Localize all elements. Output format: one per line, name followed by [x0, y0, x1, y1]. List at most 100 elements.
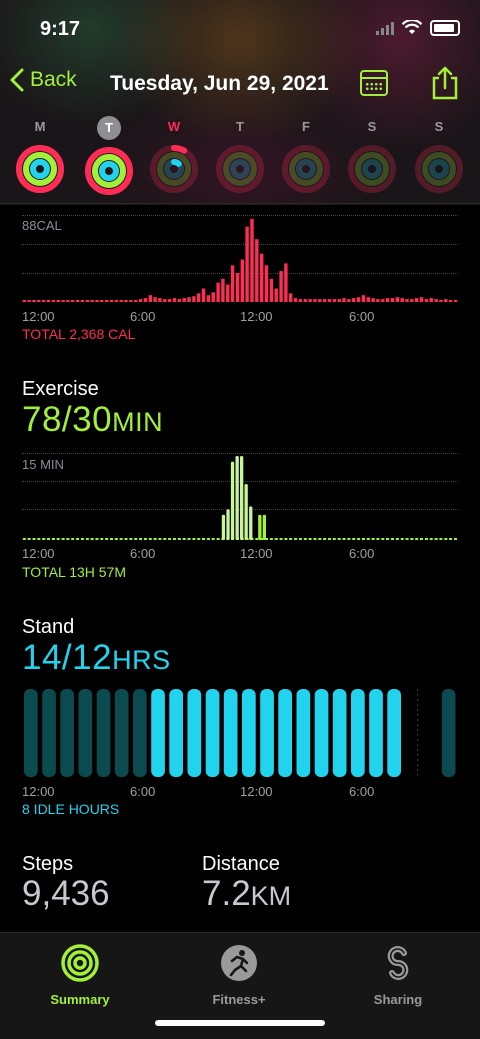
move-bar — [134, 300, 138, 302]
move-bar — [153, 297, 157, 302]
exercise-bar — [289, 538, 293, 540]
exercise-bar — [163, 538, 167, 540]
back-label: Back — [30, 68, 77, 91]
move-bar — [230, 265, 235, 302]
signal-icon — [376, 21, 394, 35]
exercise-chart: 15 MIN — [22, 453, 458, 543]
move-bar — [90, 300, 94, 302]
move-bar — [71, 300, 75, 302]
day-column[interactable]: T — [212, 116, 268, 199]
move-bar — [444, 299, 448, 302]
ring-track — [429, 159, 449, 179]
day-column[interactable]: S — [411, 116, 467, 199]
day-column[interactable]: F — [278, 116, 334, 199]
move-bar — [56, 300, 60, 302]
move-bar — [453, 300, 458, 302]
day-label: T — [236, 119, 244, 134]
move-bar — [439, 300, 443, 302]
exercise-bar — [143, 538, 147, 540]
day-column[interactable]: S — [344, 116, 400, 199]
stand-hour-bar — [187, 689, 202, 777]
move-bar — [22, 300, 26, 302]
exercise-bar — [420, 538, 423, 540]
move-bar — [361, 295, 366, 302]
move-bar — [138, 299, 143, 302]
move-bar — [429, 298, 433, 302]
activity-ring — [85, 147, 133, 195]
move-bar — [226, 284, 230, 302]
exercise-bar — [80, 538, 84, 540]
exercise-bar — [235, 456, 239, 540]
stand-title: Stand — [22, 616, 75, 638]
exercise-bar — [357, 538, 361, 540]
week-strip: MTWTFSS — [0, 116, 480, 201]
move-bar — [298, 299, 303, 302]
tab-fitness-plus[interactable]: Fitness+ — [179, 943, 299, 1007]
day-label: S — [367, 119, 377, 134]
move-bar — [342, 298, 346, 302]
exercise-bar — [405, 538, 409, 540]
exercise-bar — [129, 538, 133, 540]
exercise-bar — [177, 538, 181, 540]
stand-hour-bar — [296, 689, 311, 777]
move-bar — [216, 282, 220, 302]
back-button[interactable]: Back — [10, 68, 77, 92]
ring-track — [296, 159, 316, 179]
move-bar — [124, 300, 128, 302]
exercise-bar — [182, 538, 186, 540]
stand-unit: HRS — [112, 645, 171, 675]
move-bar — [376, 299, 380, 302]
exercise-bar — [424, 538, 428, 540]
exercise-bar — [148, 538, 152, 540]
stand-x-tick: 12:00 — [240, 784, 273, 799]
move-bar — [197, 293, 201, 302]
move-x-tick: 12:00 — [240, 309, 273, 324]
move-total: TOTAL 2,368 CAL — [22, 326, 136, 342]
exercise-bar — [61, 538, 65, 540]
exercise-bar — [449, 538, 453, 540]
exercise-bar — [381, 538, 385, 540]
move-bar — [211, 292, 215, 302]
stand-bars — [24, 689, 456, 777]
move-bar — [303, 299, 307, 302]
divider — [0, 203, 480, 204]
day-column[interactable]: W — [146, 116, 202, 199]
exercise-bar — [395, 538, 399, 540]
exercise-bar — [444, 538, 448, 540]
day-column[interactable]: M — [12, 116, 68, 199]
move-bar — [415, 298, 419, 302]
stand-x-tick: 12:00 — [22, 784, 55, 799]
idle-hour-bar — [114, 689, 129, 777]
activity-rings-icon — [61, 944, 99, 982]
exercise-bar — [158, 538, 162, 540]
move-bar — [148, 295, 152, 302]
day-column[interactable]: T — [81, 116, 137, 201]
runner-icon — [221, 945, 257, 981]
exercise-bar — [168, 538, 172, 540]
ring-progress — [99, 161, 119, 181]
calendar-icon[interactable] — [360, 70, 388, 96]
exercise-bar — [454, 538, 457, 540]
share-icon[interactable] — [430, 66, 460, 100]
move-bar — [410, 299, 414, 302]
tab-sharing[interactable]: Sharing — [338, 943, 458, 1007]
exercise-bar — [352, 538, 356, 540]
exercise-bar — [410, 538, 414, 540]
distance-label: Distance — [202, 853, 280, 875]
move-bar — [405, 299, 409, 302]
move-chart: 88CAL — [22, 215, 458, 310]
exercise-bar — [71, 538, 75, 540]
move-bar — [260, 253, 264, 302]
stand-hour-bar — [151, 689, 165, 777]
exercise-bar — [66, 538, 70, 540]
tab-summary[interactable]: Summary — [20, 943, 140, 1007]
move-bar — [337, 299, 341, 302]
move-bar — [250, 218, 254, 302]
sharing-icon — [387, 946, 409, 980]
move-bar — [143, 298, 148, 302]
idle-hour-bar — [60, 689, 74, 777]
stand-hour-bar — [332, 689, 347, 777]
exercise-bar — [318, 538, 322, 540]
move-bar — [332, 299, 336, 302]
home-indicator — [155, 1020, 325, 1026]
